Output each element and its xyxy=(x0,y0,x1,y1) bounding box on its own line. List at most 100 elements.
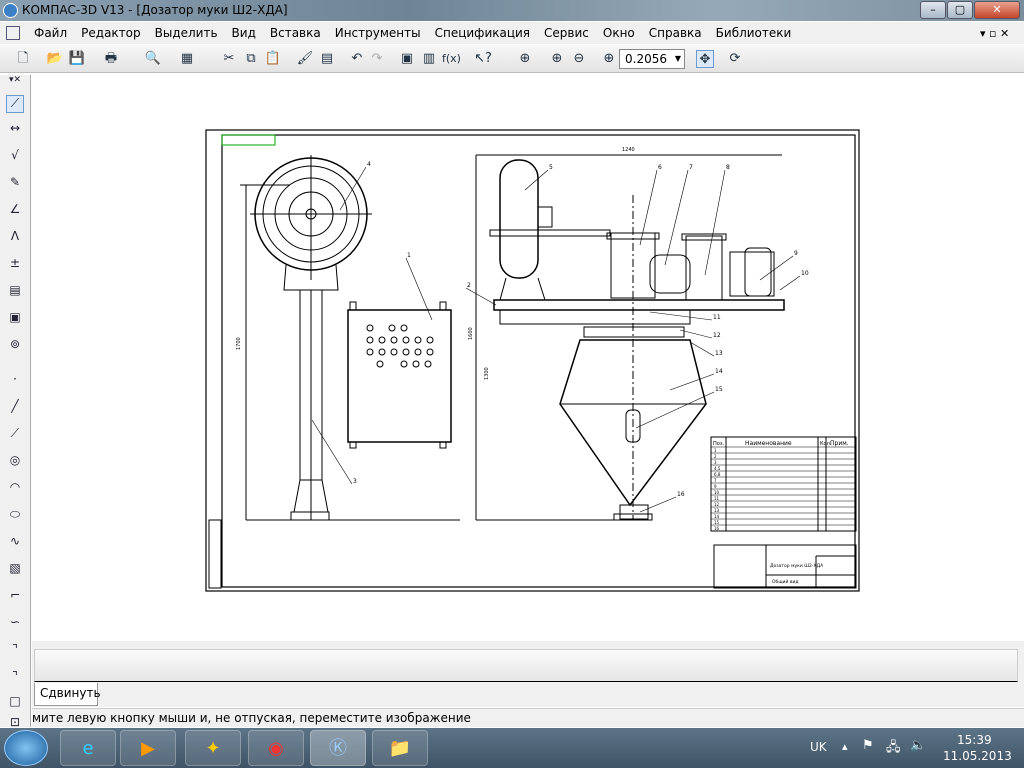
panel-menu-icon[interactable]: ▾✕ xyxy=(6,75,24,93)
library-icon[interactable]: ▥ xyxy=(420,50,438,68)
clock-date[interactable]: 11.05.2013 xyxy=(943,749,1012,763)
menu-tools[interactable]: Инструменты xyxy=(335,26,421,40)
tree-icon[interactable]: ▣ xyxy=(398,50,416,68)
preview-icon[interactable]: 🔍 xyxy=(144,50,162,68)
status-bar: мите левую кнопку мыши и, не отпуская, п… xyxy=(32,708,1024,727)
menu-help[interactable]: Справка xyxy=(649,26,702,40)
menu-service[interactable]: Сервис xyxy=(544,26,589,40)
measure-icon[interactable]: Λ xyxy=(6,229,24,247)
save-icon[interactable]: 💾 xyxy=(68,50,86,68)
menu-view[interactable]: Вид xyxy=(232,26,256,40)
print-icon[interactable]: 🖶 xyxy=(102,50,120,68)
properties-icon[interactable]: ▤ xyxy=(318,50,336,68)
leader-line xyxy=(669,373,715,391)
mdi-controls[interactable]: ▾ ▫ ✕ xyxy=(980,27,1009,40)
open-icon[interactable]: 📂 xyxy=(46,50,64,68)
cut-icon[interactable]: ✂ xyxy=(220,50,238,68)
tab-move[interactable]: Сдвинуть xyxy=(34,683,101,706)
menu-specification[interactable]: Спецификация xyxy=(435,26,530,40)
spec-row-pos: 14 xyxy=(714,514,720,519)
rectangle-icon[interactable]: □ xyxy=(6,694,24,712)
maximize-button[interactable]: ▢ xyxy=(947,1,973,19)
property-panel-content xyxy=(34,649,1018,682)
close-button[interactable]: ✕ xyxy=(974,1,1020,19)
side-stamp xyxy=(208,519,222,589)
start-button[interactable] xyxy=(4,730,48,766)
sheet-frame xyxy=(205,129,860,592)
fillet-icon[interactable]: ⌝ xyxy=(6,669,24,687)
cabinet-knob xyxy=(366,324,374,332)
new-document-icon[interactable]: 🗋 xyxy=(14,50,32,68)
drawing-canvas[interactable]: 1 2 3 4 5 6 7 8 9 10 11 12 13 14 15 16 Поз. Наименовани… xyxy=(32,75,1024,640)
menu-select[interactable]: Выделить xyxy=(155,26,218,40)
chamfer-icon[interactable]: ⌝ xyxy=(6,642,24,660)
taskbar-kompas-icon[interactable]: Ⓚ xyxy=(310,730,366,766)
menu-file[interactable]: Файл xyxy=(34,26,67,40)
zoom-scale-select[interactable]: 0.2056 ▼ xyxy=(619,49,685,69)
curve-icon[interactable]: ∽ xyxy=(6,615,24,633)
arc-icon[interactable]: ◠ xyxy=(6,480,24,498)
position-number: 16 xyxy=(677,491,685,498)
document-icon[interactable] xyxy=(6,26,20,40)
zoom-out-icon[interactable]: ⊖ xyxy=(570,50,588,68)
brush-icon[interactable]: 🖌 xyxy=(296,50,314,68)
language-indicator[interactable]: UK xyxy=(810,740,827,754)
network-icon[interactable]: 🖧 xyxy=(886,738,901,760)
auxiliary-line-icon[interactable]: ⟋ xyxy=(6,426,24,444)
circle-icon[interactable]: ◎ xyxy=(6,453,24,471)
taskbar-media-player-icon[interactable]: ▶ xyxy=(120,730,176,766)
redo-icon[interactable]: ↷ xyxy=(368,50,386,68)
cabinet-knob xyxy=(376,360,384,368)
taskbar-ie-icon[interactable]: e xyxy=(60,730,116,766)
taskbar-games-icon[interactable]: ✦ xyxy=(185,730,241,766)
reports-icon[interactable]: ▣ xyxy=(6,310,24,328)
action-center-flag-icon[interactable]: ⚑ xyxy=(862,738,874,753)
dimension-height-hopper: 1300 xyxy=(484,367,490,380)
edit-icon[interactable]: ✎ xyxy=(6,175,24,193)
zoom-in-icon[interactable]: ⊕ xyxy=(548,50,566,68)
symbols-icon[interactable]: √ xyxy=(6,148,24,166)
parametrization-icon[interactable]: ∠ xyxy=(6,202,24,220)
undo-icon[interactable]: ↶ xyxy=(348,50,366,68)
tray-expand-icon[interactable]: ▴ xyxy=(842,740,848,753)
position-number: 14 xyxy=(715,368,723,375)
paste-icon[interactable]: 📋 xyxy=(264,50,282,68)
refresh-icon[interactable]: ⟳ xyxy=(726,50,744,68)
spline-icon[interactable]: ∿ xyxy=(6,534,24,552)
geometry-icon[interactable]: ⟋ xyxy=(6,95,24,113)
pan-icon[interactable]: ✥ xyxy=(696,50,714,68)
hatch-icon[interactable]: ▧ xyxy=(6,561,24,579)
spec-row-pos: 15 xyxy=(714,520,720,525)
cabinet-knob xyxy=(414,348,422,356)
segment-icon[interactable]: ╱ xyxy=(6,399,24,417)
menu-window[interactable]: Окно xyxy=(603,26,635,40)
zoom-value: 0.2056 xyxy=(625,52,667,66)
taskbar-chrome-icon[interactable]: ◉ xyxy=(248,730,304,766)
select-icon[interactable]: ± xyxy=(6,256,24,274)
leader-line xyxy=(524,169,549,191)
variables-icon[interactable]: f(x) xyxy=(442,50,461,68)
zoom-scale-icon[interactable]: ⊕ xyxy=(600,50,618,68)
volume-icon[interactable]: 🔈 xyxy=(910,738,926,753)
position-number: 3 xyxy=(353,478,357,485)
zoom-frame-icon[interactable]: ⊕ xyxy=(516,50,534,68)
menu-edit[interactable]: Редактор xyxy=(81,26,140,40)
polyline-icon[interactable]: ⌐ xyxy=(6,588,24,606)
menu-libraries[interactable]: Библиотеки xyxy=(716,26,792,40)
dimensions-icon[interactable]: ↔ xyxy=(6,121,24,139)
spec-icon[interactable]: ▤ xyxy=(6,283,24,301)
menu-insert[interactable]: Вставка xyxy=(270,26,321,40)
help-pointer-icon[interactable]: ↖? xyxy=(474,50,492,68)
point-icon[interactable]: · xyxy=(6,372,24,390)
insert-icon[interactable]: ⊚ xyxy=(6,337,24,355)
minimize-button[interactable]: – xyxy=(920,1,946,19)
position-number: 5 xyxy=(549,164,553,171)
manager-icon[interactable]: ▦ xyxy=(178,50,196,68)
cabinet-knob xyxy=(424,360,432,368)
taskbar-explorer-icon[interactable]: 📁 xyxy=(372,730,428,766)
copy-icon[interactable]: ⧉ xyxy=(242,50,260,68)
menu-bar: Файл Редактор Выделить Вид Вставка Инстр… xyxy=(0,22,1024,44)
ellipse-icon[interactable]: ⬭ xyxy=(6,507,24,525)
dimension-width: 1240 xyxy=(622,147,635,153)
clock-time[interactable]: 15:39 xyxy=(957,733,992,747)
